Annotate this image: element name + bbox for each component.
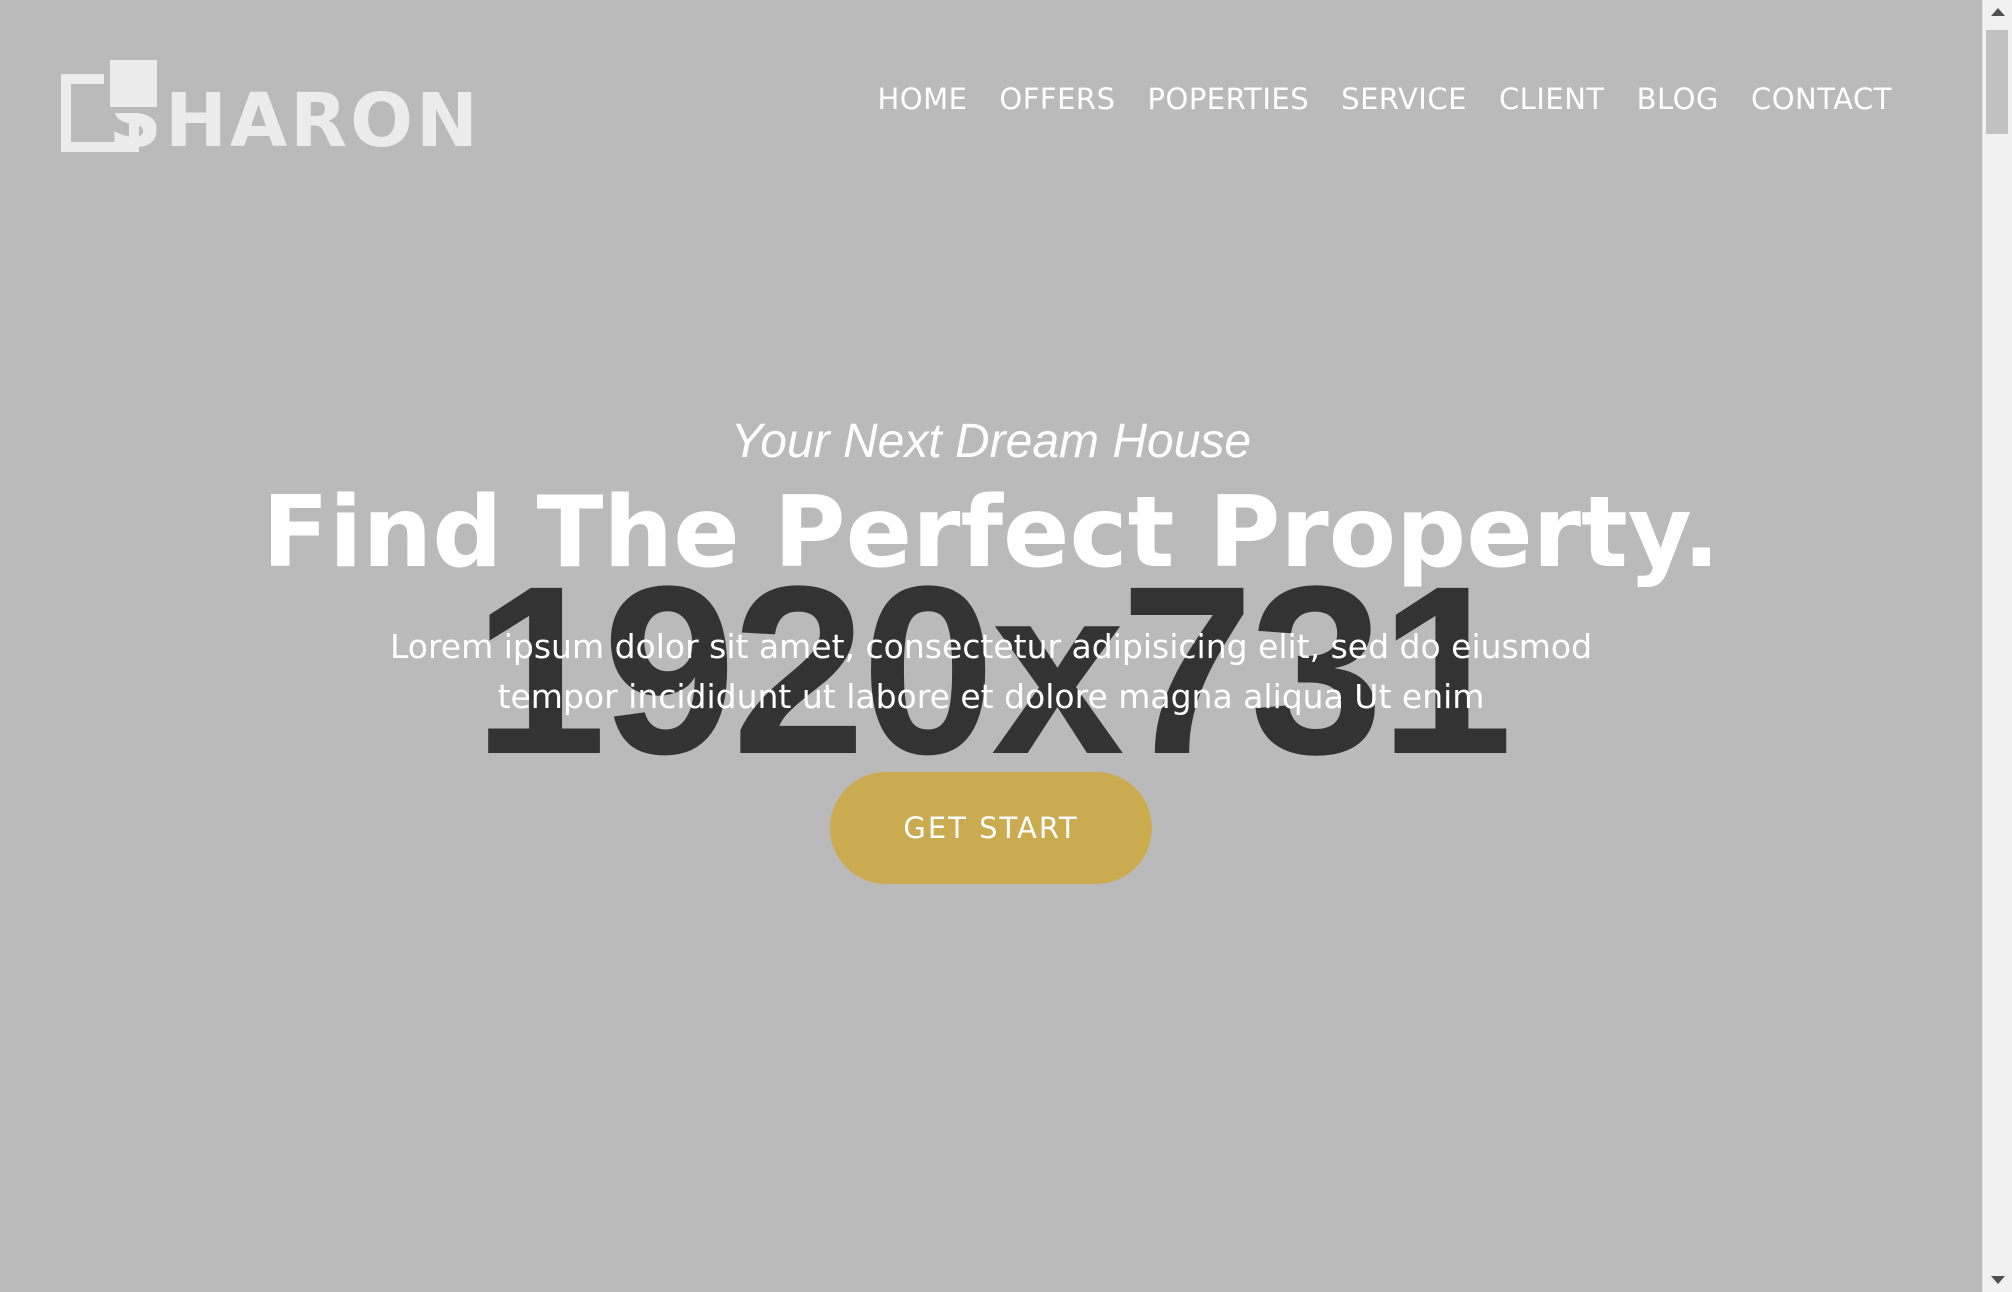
nav-item-client[interactable]: CLIENT [1499,82,1605,116]
nav-item-home[interactable]: HOME [877,82,967,116]
scroll-up-icon[interactable] [1991,8,2005,16]
logo-mark-icon [61,60,157,152]
scroll-down-icon[interactable] [1991,1276,2005,1284]
logo-text: SHARON [108,78,481,164]
get-start-button[interactable]: GET START [830,772,1152,884]
vertical-scrollbar[interactable] [1982,0,2012,1292]
nav-item-blog[interactable]: BLOG [1637,82,1719,116]
hero-subtitle: Your Next Dream House [730,415,1252,468]
main-nav: HOME OFFERS POPERTIES SERVICE CLIENT BLO… [877,82,1892,116]
hero-description: Lorem ipsum dolor sit amet, consectetur … [389,627,1593,716]
logo[interactable]: SHARON [61,58,481,158]
page: SHARON HOME OFFERS POPERTIES SERVICE CLI… [0,0,2012,1292]
nav-item-offers[interactable]: OFFERS [999,82,1115,116]
hero-section: SHARON HOME OFFERS POPERTIES SERVICE CLI… [0,0,1982,1292]
nav-item-service[interactable]: SERVICE [1341,82,1467,116]
hero-title: Find The Perfect Property. [262,476,1720,590]
nav-item-contact[interactable]: CONTACT [1751,82,1892,116]
scroll-thumb[interactable] [1986,30,2008,134]
nav-item-properties[interactable]: POPERTIES [1148,82,1310,116]
